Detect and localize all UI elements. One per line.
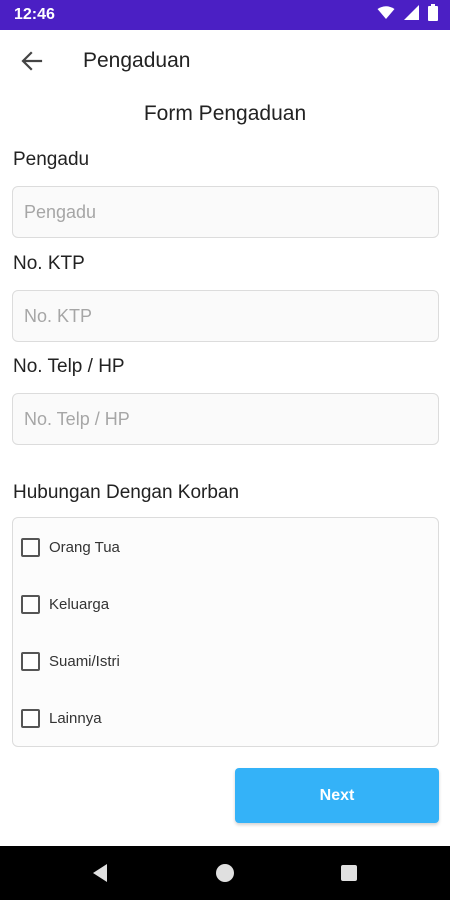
checkbox-square[interactable] bbox=[21, 594, 40, 614]
checkbox-square[interactable] bbox=[21, 537, 40, 557]
phone-input[interactable] bbox=[12, 393, 439, 445]
pengadu-label: Pengadu bbox=[13, 149, 90, 170]
page-title: Pengaduan bbox=[83, 49, 191, 72]
pengadu-input[interactable] bbox=[12, 186, 439, 238]
nav-recents-button[interactable] bbox=[336, 860, 362, 886]
ktp-input[interactable] bbox=[12, 290, 439, 342]
relationship-checkbox-group: Orang Tua Keluarga Suami/Istri Lainnya bbox=[12, 517, 439, 747]
app-bar: Pengaduan bbox=[0, 30, 450, 92]
signal-icon bbox=[404, 5, 419, 25]
checkbox-label: Suami/Istri bbox=[49, 652, 120, 670]
checkbox-lainnya[interactable]: Lainnya bbox=[21, 704, 102, 732]
arrow-back-icon bbox=[21, 51, 43, 71]
recents-square-icon bbox=[341, 865, 357, 881]
nav-home-button[interactable] bbox=[212, 860, 238, 886]
form-title: Form Pengaduan bbox=[143, 102, 307, 125]
status-time: 12:46 bbox=[14, 6, 55, 23]
nav-back-button[interactable] bbox=[87, 860, 113, 886]
checkbox-keluarga[interactable]: Keluarga bbox=[21, 590, 109, 618]
checkbox-label: Orang Tua bbox=[49, 538, 120, 556]
status-icons bbox=[377, 4, 438, 26]
checkbox-suami-istri[interactable]: Suami/Istri bbox=[21, 647, 120, 675]
checkbox-square[interactable] bbox=[21, 708, 40, 728]
checkbox-square[interactable] bbox=[21, 651, 40, 671]
checkbox-orang-tua[interactable]: Orang Tua bbox=[21, 533, 120, 561]
checkbox-label: Keluarga bbox=[49, 595, 110, 613]
wifi-icon bbox=[377, 5, 395, 25]
home-circle-icon bbox=[216, 864, 234, 882]
phone-label: No. Telp / HP bbox=[13, 356, 125, 377]
relationship-label: Hubungan Dengan Korban bbox=[13, 482, 240, 503]
status-bar: 12:46 bbox=[0, 0, 450, 30]
system-nav-bar bbox=[0, 846, 450, 900]
back-button[interactable] bbox=[14, 44, 50, 78]
ktp-label: No. KTP bbox=[13, 253, 85, 274]
back-triangle-icon bbox=[93, 864, 107, 882]
battery-icon bbox=[428, 4, 438, 26]
next-button[interactable]: Next bbox=[235, 768, 439, 823]
checkbox-label: Lainnya bbox=[49, 709, 102, 727]
